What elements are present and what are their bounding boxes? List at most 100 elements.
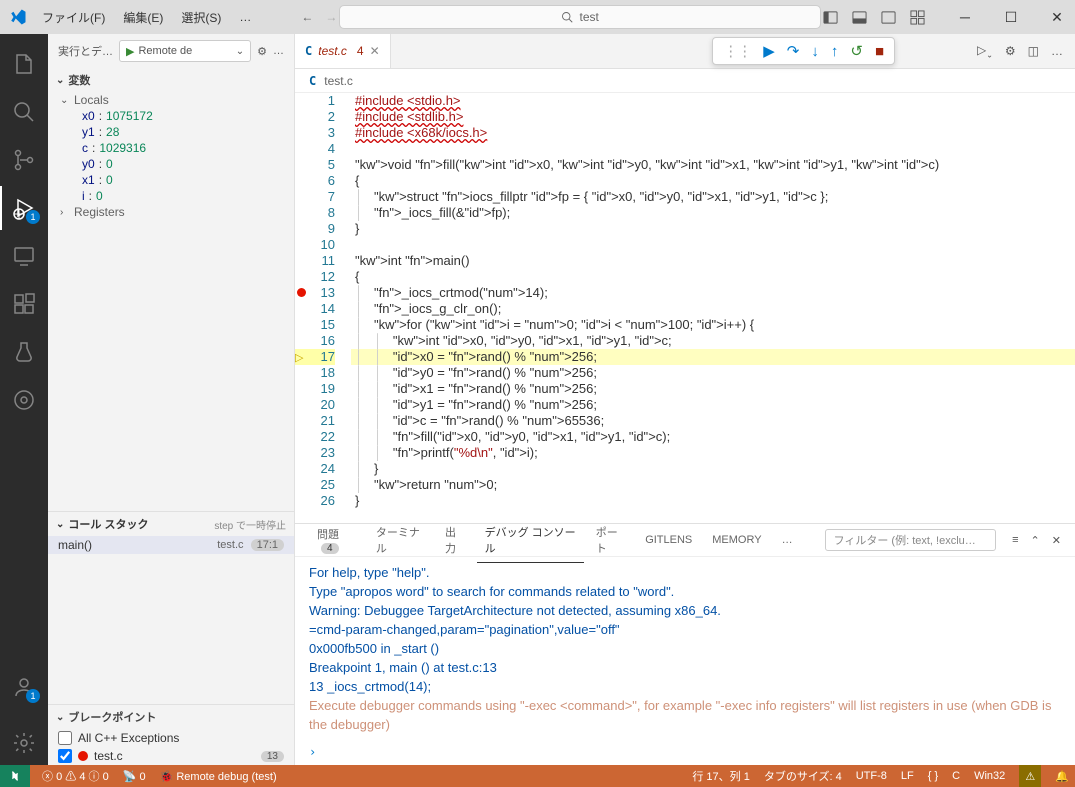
play-icon: ▶ xyxy=(126,45,134,58)
sidebar-title: 実行とデ… xyxy=(58,43,113,59)
search-icon xyxy=(561,11,573,23)
window-maximize-icon[interactable]: ☐ xyxy=(997,9,1025,26)
activity-settings-icon[interactable] xyxy=(0,721,48,765)
activity-explorer-icon[interactable] xyxy=(0,42,48,86)
activity-remote-icon[interactable] xyxy=(0,234,48,278)
window-close-icon[interactable]: ✕ xyxy=(1043,9,1071,26)
scope-registers[interactable]: › Registers xyxy=(48,204,294,220)
layout-sidebar-right-icon[interactable] xyxy=(881,10,896,25)
more-icon[interactable]: … xyxy=(1051,44,1063,58)
stop-icon[interactable]: ■ xyxy=(875,43,884,60)
activity-gitlens-icon[interactable] xyxy=(0,378,48,422)
breakpoint-dot-icon xyxy=(78,751,88,761)
remote-indicator[interactable] xyxy=(0,765,30,787)
panel-tab-debug-console[interactable]: デバッグ コンソール xyxy=(477,518,584,563)
step-into-icon[interactable]: ↓ xyxy=(811,43,819,60)
section-callstack[interactable]: ⌄ コール スタック step で一時停止 xyxy=(48,511,294,536)
status-bell-icon[interactable]: 🔔 xyxy=(1055,770,1069,783)
panel-tab-output[interactable]: 出力 xyxy=(437,518,473,562)
menu-more[interactable]: … xyxy=(231,6,259,28)
debug-console-output[interactable]: For help, type "help".Type "apropos word… xyxy=(295,557,1075,743)
section-breakpoints[interactable]: ⌄ ブレークポイント xyxy=(48,705,294,729)
status-encoding[interactable]: UTF-8 xyxy=(856,770,887,782)
panel-tab-gitlens[interactable]: GITLENS xyxy=(637,528,700,552)
status-radio[interactable]: 📡 0 xyxy=(123,770,146,783)
bp-checkbox[interactable] xyxy=(58,749,72,763)
status-lang-brace: { } xyxy=(928,770,938,782)
activity-account-icon[interactable]: 1 xyxy=(0,665,48,709)
status-errors[interactable]: ⓧ 0 ⚠ 4 ⓘ 0 xyxy=(42,768,109,784)
menu-edit[interactable]: 編集(E) xyxy=(115,5,171,30)
code-editor[interactable]: 1234567891011121314151617▷18192021222324… xyxy=(295,93,1075,523)
gear-icon[interactable]: ⚙ xyxy=(257,45,267,58)
bp-checkbox[interactable] xyxy=(58,731,72,745)
status-eol[interactable]: LF xyxy=(901,770,914,782)
run-icon[interactable]: ▷⌄ xyxy=(977,43,993,59)
restart-icon[interactable]: ↺ xyxy=(850,42,863,60)
status-platform[interactable]: Win32 xyxy=(974,770,1005,782)
bp-all-exceptions[interactable]: All C++ Exceptions xyxy=(48,729,294,747)
panel-tab-terminal[interactable]: ターミナル xyxy=(368,518,433,562)
continue-icon[interactable]: ▶ xyxy=(763,42,775,60)
bp-item[interactable]: test.c 13 xyxy=(48,747,294,765)
more-icon[interactable]: … xyxy=(273,45,284,57)
editor-tab[interactable]: C test.c 4 ✕ xyxy=(295,34,391,68)
layout-panel-icon[interactable] xyxy=(852,10,867,25)
panel-tab-more[interactable]: … xyxy=(774,528,801,552)
activity-debug-icon[interactable]: 1 xyxy=(0,186,48,230)
tab-bar: C test.c 4 ✕ ⋮⋮ ▶ ↷ ↓ ↑ ↺ ■ ▷⌄ ⚙ ◫ … xyxy=(295,34,1075,69)
activity-test-icon[interactable] xyxy=(0,330,48,374)
variable-row[interactable]: c: 1029316 xyxy=(48,140,294,156)
chevron-down-icon: ⌄ xyxy=(60,95,70,106)
variable-row[interactable]: y1: 28 xyxy=(48,124,294,140)
activity-search-icon[interactable] xyxy=(0,90,48,134)
editor-area: C test.c 4 ✕ ⋮⋮ ▶ ↷ ↓ ↑ ↺ ■ ▷⌄ ⚙ ◫ … xyxy=(295,34,1075,765)
vscode-logo-icon xyxy=(4,8,32,26)
panel-filter-input[interactable]: フィルター (例: text, !exclu… xyxy=(825,529,997,551)
nav-back-icon[interactable]: ← xyxy=(301,10,313,24)
status-tabsize[interactable]: タブのサイズ: 4 xyxy=(764,768,842,784)
status-warning-icon[interactable]: ⚠ xyxy=(1019,765,1041,787)
panel-tab-ports[interactable]: ポート xyxy=(588,518,633,562)
activity-extensions-icon[interactable] xyxy=(0,282,48,326)
nav-forward-icon: → xyxy=(325,10,337,24)
section-variables[interactable]: ⌄ 変数 xyxy=(48,68,294,92)
variable-row[interactable]: x0: 1075172 xyxy=(48,108,294,124)
menu-select[interactable]: 選択(S) xyxy=(173,5,229,30)
step-out-icon[interactable]: ↑ xyxy=(831,43,839,60)
layout-customize-icon[interactable] xyxy=(910,10,925,25)
chevron-up-icon[interactable]: ⌃ xyxy=(1031,534,1040,547)
callstack-frame[interactable]: main() test.c 17:1 xyxy=(48,536,294,554)
drag-handle-icon[interactable]: ⋮⋮ xyxy=(723,42,751,60)
command-center-search[interactable]: test xyxy=(339,5,821,29)
menu-file[interactable]: ファイル(F) xyxy=(34,5,113,30)
clear-icon[interactable]: ≡ xyxy=(1012,534,1018,546)
debug-console-input[interactable]: › xyxy=(295,743,1075,765)
chevron-down-icon: ⌄ xyxy=(56,519,64,530)
window-minimize-icon[interactable]: ─ xyxy=(951,9,979,25)
variable-row[interactable]: y0: 0 xyxy=(48,156,294,172)
chevron-down-icon: ⌄ xyxy=(236,46,244,57)
activity-debug-badge: 1 xyxy=(26,210,40,224)
run-config-select[interactable]: ▶ Remote de ⌄ xyxy=(119,40,251,62)
breadcrumb[interactable]: C test.c xyxy=(295,69,1075,93)
variable-row[interactable]: x1: 0 xyxy=(48,172,294,188)
close-icon[interactable]: ✕ xyxy=(1052,534,1061,547)
layout-sidebar-left-icon[interactable] xyxy=(823,10,838,25)
close-icon[interactable]: ✕ xyxy=(370,44,380,58)
split-editor-icon[interactable]: ◫ xyxy=(1028,44,1039,58)
status-language[interactable]: C xyxy=(952,770,960,782)
step-over-icon[interactable]: ↷ xyxy=(787,42,800,60)
account-badge: 1 xyxy=(26,689,40,703)
gear-icon[interactable]: ⚙ xyxy=(1005,44,1016,58)
status-debug-target[interactable]: 🐞 Remote debug (test) xyxy=(160,770,277,783)
panel-tab-memory[interactable]: MEMORY xyxy=(704,528,769,552)
scope-locals[interactable]: ⌄ Locals xyxy=(48,92,294,108)
title-bar: ファイル(F) 編集(E) 選択(S) … ← → test ─ ☐ ✕ xyxy=(0,0,1075,34)
debug-toolbar[interactable]: ⋮⋮ ▶ ↷ ↓ ↑ ↺ ■ xyxy=(712,37,895,65)
panel-tab-problems[interactable]: 問題4 xyxy=(309,520,364,560)
variable-row[interactable]: i: 0 xyxy=(48,188,294,204)
activity-scm-icon[interactable] xyxy=(0,138,48,182)
chevron-down-icon: ⌄ xyxy=(56,75,64,86)
status-cursor[interactable]: 行 17、列 1 xyxy=(692,768,749,784)
